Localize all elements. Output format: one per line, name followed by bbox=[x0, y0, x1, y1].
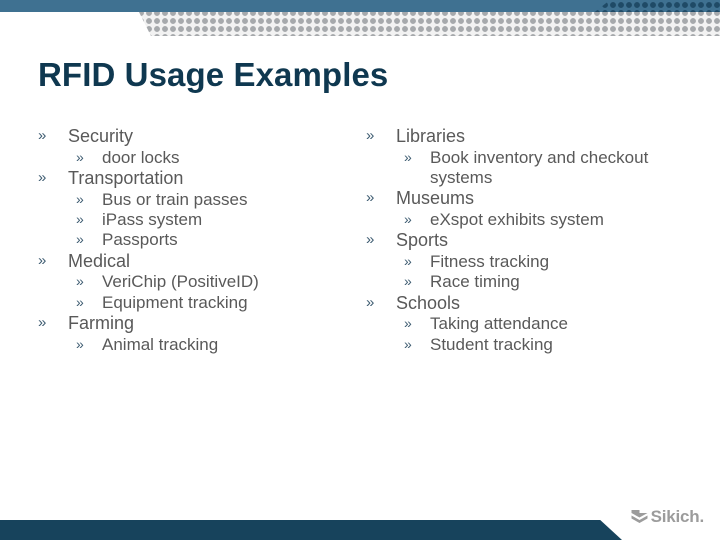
bullet-glyph-icon: » bbox=[404, 210, 412, 227]
bullet-item-label: VeriChip (PositiveID) bbox=[102, 272, 259, 292]
bullet-item-level2: » Fitness tracking bbox=[396, 252, 696, 272]
bullet-sublist: » Animal tracking bbox=[68, 335, 358, 355]
bullet-item-level2: » Bus or train passes bbox=[68, 190, 358, 210]
bullet-glyph-icon: » bbox=[404, 148, 412, 165]
bullet-item-label: Student tracking bbox=[430, 334, 553, 354]
header-decoration bbox=[0, 0, 720, 40]
bullet-item-label: Sports bbox=[396, 230, 449, 251]
content-column-right: » Libraries » Book inventory and checkout s… bbox=[366, 126, 696, 355]
bullet-item-level1: » Transportation » Bus or train passes » iPas… bbox=[38, 168, 358, 251]
bullet-sublist: » Fitness tracking » Race timing bbox=[396, 252, 696, 293]
bullet-sublist: » Book inventory and checkout systems bbox=[396, 148, 696, 189]
bullet-item-level2: » iPass system bbox=[68, 210, 358, 230]
bullet-list-right: » Libraries » Book inventory and checkout s… bbox=[366, 126, 696, 355]
bullet-item-label: Book inventory and checkout systems bbox=[430, 147, 649, 187]
bullet-item-level2: » Passports bbox=[68, 230, 358, 250]
bullet-item-label: Bus or train passes bbox=[102, 189, 248, 209]
bullet-glyph-icon: » bbox=[76, 190, 84, 207]
bullet-item-label: Race timing bbox=[430, 272, 520, 292]
bullet-glyph-icon: » bbox=[404, 315, 412, 332]
bullet-glyph-icon: » bbox=[366, 127, 375, 144]
bullet-glyph-icon: » bbox=[76, 293, 84, 310]
bullet-item-label: Museums bbox=[396, 188, 475, 209]
bullet-item-label: Passports bbox=[102, 230, 178, 250]
bullet-item-label: Animal tracking bbox=[102, 334, 219, 354]
bullet-glyph-icon: » bbox=[76, 148, 84, 165]
bullet-item-level1: » Farming» Animal tracking bbox=[38, 313, 358, 355]
sikich-logo: Sikich. bbox=[631, 508, 704, 525]
bullet-item-level2: » Student tracking bbox=[396, 335, 696, 355]
bullet-sublist: » VeriChip (PositiveID) » Equipment trackin… bbox=[68, 272, 358, 313]
bullet-sublist: » door locks bbox=[68, 148, 358, 168]
footer-bar bbox=[0, 520, 622, 540]
bullet-item-level1: » Libraries » Book inventory and checkout s… bbox=[366, 126, 696, 188]
bullet-glyph-icon: » bbox=[404, 252, 412, 269]
bullet-sublist: » Taking attendance » Student tracking bbox=[396, 314, 696, 355]
bullet-glyph-icon: » bbox=[76, 231, 84, 248]
sikich-chevron-mark-icon bbox=[631, 509, 648, 525]
bullet-item-label: Taking attendance bbox=[430, 314, 568, 334]
bullet-item-level2: » Book inventory and checkout systems bbox=[396, 148, 696, 189]
bullet-glyph-icon: » bbox=[366, 293, 375, 311]
bullet-glyph-icon: » bbox=[38, 251, 47, 269]
bullet-item-level2: » Animal tracking bbox=[68, 335, 358, 355]
bullet-sublist: » eXspot exhibits system bbox=[396, 210, 696, 230]
bullet-item-level1: » Museums» eXspot exhibits system bbox=[366, 188, 696, 230]
bullet-item-label: Equipment tracking bbox=[102, 292, 248, 312]
sikich-wordmark: Sikich. bbox=[650, 507, 705, 526]
bullet-glyph-icon: » bbox=[38, 127, 47, 144]
bullet-item-label: Fitness tracking bbox=[430, 251, 550, 271]
content-column-left: » Security» door locks» Transportation» Bus … bbox=[38, 126, 358, 355]
bullet-item-level2: » Equipment tracking bbox=[68, 293, 358, 313]
bullet-glyph-icon: » bbox=[366, 231, 375, 249]
bullet-item-label: iPass system bbox=[102, 209, 203, 229]
bullet-glyph-icon: » bbox=[38, 168, 47, 186]
bullet-glyph-icon: » bbox=[76, 210, 84, 227]
bullet-glyph-icon: » bbox=[76, 273, 84, 290]
bullet-item-level1: » Sports» Fitness tracking» Race timing bbox=[366, 230, 696, 292]
bullet-item-level2: » Race timing bbox=[396, 272, 696, 292]
bullet-item-level2: » Taking attendance bbox=[396, 314, 696, 334]
bullet-item-level2: » eXspot exhibits system bbox=[396, 210, 696, 230]
bullet-item-level2: » VeriChip (PositiveID) bbox=[68, 272, 358, 292]
bullet-item-label: door locks bbox=[102, 147, 180, 167]
bullet-item-level2: » door locks bbox=[68, 148, 358, 168]
slide: RFID Usage Examples » Security » door locks… bbox=[0, 0, 720, 540]
bullet-item-level1: » Medical » VeriChip (PositiveID) » Equipment… bbox=[38, 251, 358, 313]
bullet-item-label: Schools bbox=[396, 292, 461, 313]
bullet-item-label: Transportation bbox=[68, 167, 184, 188]
header-blue-bar bbox=[0, 0, 610, 12]
bullet-glyph-icon: » bbox=[366, 189, 375, 207]
bullet-item-level1: » Schools » Taking attendance » Student track… bbox=[366, 293, 696, 355]
bullet-glyph-icon: » bbox=[404, 273, 412, 290]
bullet-glyph-icon: » bbox=[38, 314, 47, 332]
bullet-item-label: eXspot exhibits system bbox=[430, 209, 604, 229]
bullet-item-level1: » Security » door locks bbox=[38, 126, 358, 168]
bullet-item-label: Medical bbox=[68, 250, 131, 271]
bullet-sublist: » Bus or train passes » iPass system » Passpo… bbox=[68, 190, 358, 251]
bullet-item-label: Farming bbox=[68, 313, 135, 334]
bullet-list-left: » Security» door locks» Transportation» Bus … bbox=[38, 126, 358, 355]
bullet-glyph-icon: » bbox=[404, 335, 412, 352]
bullet-glyph-icon: » bbox=[76, 335, 84, 352]
bullet-item-label: Security bbox=[68, 126, 134, 146]
bullet-item-label: Libraries bbox=[396, 126, 466, 146]
page-title: RFID Usage Examples bbox=[38, 56, 389, 93]
